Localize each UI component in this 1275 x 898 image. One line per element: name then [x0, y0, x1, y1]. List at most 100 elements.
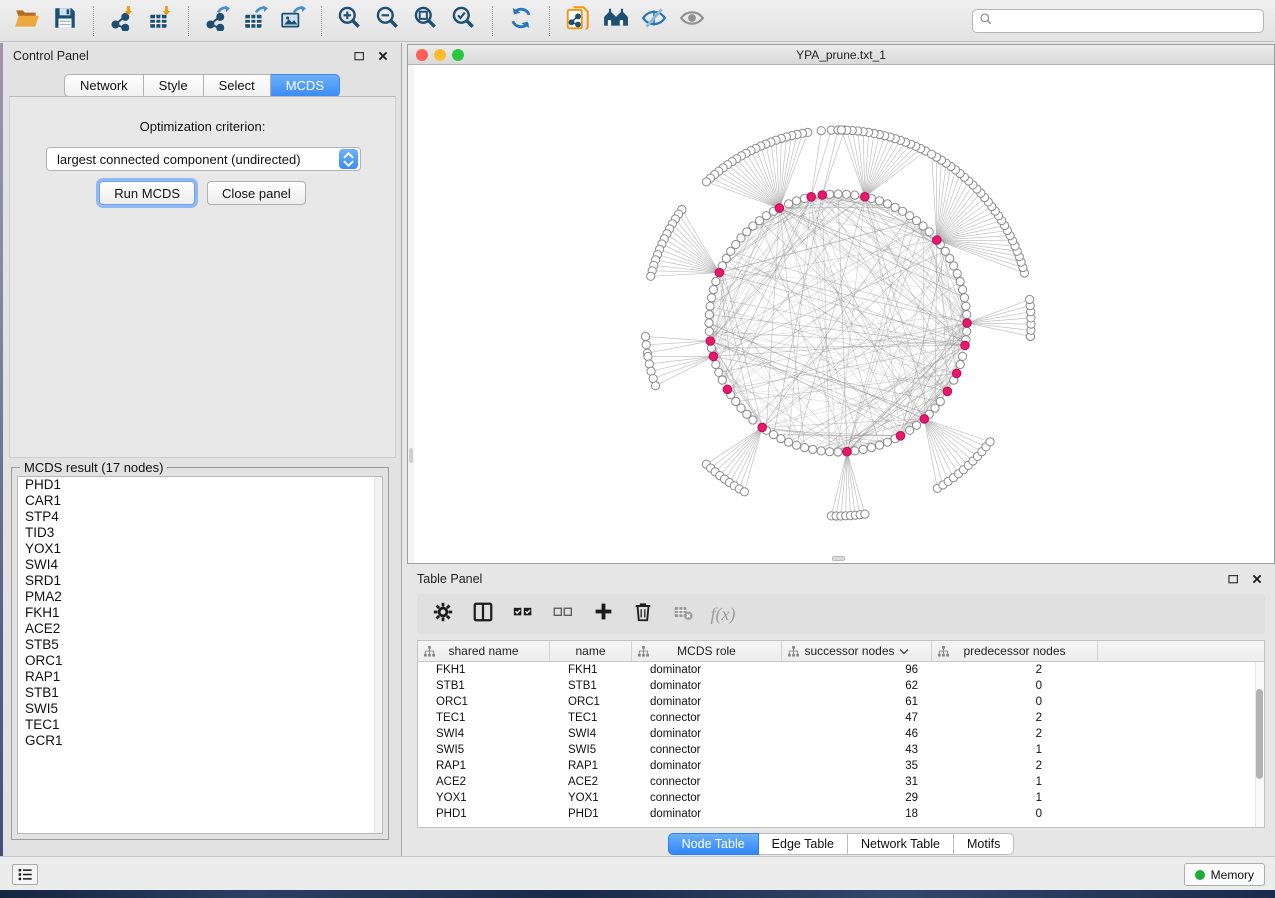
search-input[interactable]	[998, 14, 1257, 28]
network-horizontal-scrollbar-thumb[interactable]	[832, 556, 845, 561]
tab-edge-table[interactable]: Edge Table	[759, 833, 848, 855]
network-document-icon	[565, 5, 591, 36]
home-view-button[interactable]	[597, 3, 635, 39]
task-history-button[interactable]	[12, 864, 38, 885]
mcds-list-scrollbar[interactable]	[374, 477, 382, 833]
mcds-result-item[interactable]: YOX1	[18, 541, 382, 557]
mcds-result-item[interactable]: SRD1	[18, 573, 382, 589]
cell-successor-nodes: 46	[782, 726, 932, 742]
table-row[interactable]: STB1STB1dominator620	[418, 678, 1264, 694]
cell-name: ORC1	[550, 694, 632, 710]
right-area: YPA_prune.txt_1 Table Panel f(x)	[402, 43, 1275, 856]
zoom-in-button[interactable]	[331, 3, 369, 39]
mcds-result-item[interactable]: SWI5	[18, 701, 382, 717]
table-row[interactable]: SWI5SWI5connector431	[418, 742, 1264, 758]
mcds-result-item[interactable]: TID3	[18, 525, 382, 541]
mcds-result-item[interactable]: FKH1	[18, 605, 382, 621]
add-column-button[interactable]	[585, 597, 621, 631]
import-table-button[interactable]	[141, 3, 179, 39]
zoom-out-button[interactable]	[369, 3, 407, 39]
delete-column-button[interactable]	[625, 597, 661, 631]
table-row[interactable]: PHD1PHD1dominator180	[418, 806, 1264, 822]
float-panel-icon[interactable]	[351, 48, 367, 64]
save-session-button[interactable]	[46, 3, 84, 39]
search-box[interactable]	[972, 9, 1264, 33]
tab-select[interactable]: Select	[204, 74, 271, 97]
close-panel-button[interactable]: Close panel	[207, 181, 306, 205]
network-document-button[interactable]	[559, 3, 597, 39]
export-network-button[interactable]	[198, 3, 236, 39]
float-table-panel-icon[interactable]	[1225, 571, 1241, 587]
export-image-button[interactable]	[274, 3, 312, 39]
network-canvas[interactable]	[408, 65, 1274, 563]
tab-network-table[interactable]: Network Table	[848, 833, 954, 855]
tab-style[interactable]: Style	[144, 74, 204, 97]
table-row[interactable]: RAP1RAP1dominator352	[418, 758, 1264, 774]
toolbar-separator	[549, 6, 550, 36]
settings-gear-icon	[432, 601, 454, 628]
mcds-result-item[interactable]: PHD1	[18, 477, 382, 493]
control-panel-header: Control Panel	[3, 43, 401, 69]
table-row[interactable]: SWI4SWI4dominator462	[418, 726, 1264, 742]
deselect-all-button[interactable]	[545, 597, 581, 631]
table-panel-header: Table Panel	[407, 566, 1275, 592]
zoom-selected-button[interactable]	[445, 3, 483, 39]
hide-graphics-icon	[641, 5, 667, 36]
mcds-result-item[interactable]: STP4	[18, 509, 382, 525]
column-header-shared-name[interactable]: shared name	[418, 641, 550, 661]
mcds-result-list[interactable]: PHD1CAR1STP4TID3YOX1SWI4SRD1PMA2FKH1ACE2…	[17, 476, 383, 834]
hide-graphics-button[interactable]	[635, 3, 673, 39]
export-table-button[interactable]	[236, 3, 274, 39]
column-header-successor-nodes[interactable]: successor nodes	[782, 641, 932, 661]
close-panel-icon[interactable]	[375, 48, 391, 64]
tab-motifs[interactable]: Motifs	[954, 833, 1014, 855]
table-row[interactable]: TEC1TEC1connector472	[418, 710, 1264, 726]
column-header-name[interactable]: name	[550, 641, 632, 661]
cell-MCDS-role: connector	[632, 742, 782, 758]
table-row[interactable]: ACE2ACE2connector311	[418, 774, 1264, 790]
select-all-button[interactable]	[505, 597, 541, 631]
network-vertical-scrollbar[interactable]	[408, 65, 414, 563]
add-column-icon	[593, 601, 614, 627]
mcds-result-item[interactable]: STB5	[18, 637, 382, 653]
cell-MCDS-role: connector	[632, 774, 782, 790]
table-panel-title: Table Panel	[417, 572, 1225, 586]
mcds-result-item[interactable]: TEC1	[18, 717, 382, 733]
column-header-MCDS-role[interactable]: MCDS role	[632, 641, 782, 661]
table-scrollbar[interactable]	[1255, 662, 1264, 827]
mcds-result-item[interactable]: ORC1	[18, 653, 382, 669]
mcds-result-item[interactable]: ACE2	[18, 621, 382, 637]
zoom-out-icon	[375, 5, 401, 36]
mcds-result-item[interactable]: CAR1	[18, 493, 382, 509]
toggle-columns-button[interactable]	[465, 597, 501, 631]
table-row[interactable]: YOX1YOX1connector291	[418, 790, 1264, 806]
column-header-predecessor-nodes[interactable]: predecessor nodes	[932, 641, 1098, 661]
import-network-button[interactable]	[103, 3, 141, 39]
show-graphics-button[interactable]	[673, 3, 711, 39]
close-table-panel-icon[interactable]	[1249, 571, 1265, 587]
mcds-result-item[interactable]: PMA2	[18, 589, 382, 605]
cell-predecessor-nodes: 2	[932, 726, 1098, 742]
mcds-result-item[interactable]: STB1	[18, 685, 382, 701]
tab-network[interactable]: Network	[64, 74, 144, 97]
settings-gear-button[interactable]	[425, 597, 461, 631]
mcds-result-item[interactable]: GCR1	[18, 733, 382, 749]
control-panel-title: Control Panel	[13, 49, 351, 63]
cell-predecessor-nodes: 1	[932, 742, 1098, 758]
cell-name: RAP1	[550, 758, 632, 774]
table-row[interactable]: FKH1FKH1dominator962	[418, 662, 1264, 678]
tab-mcds[interactable]: MCDS	[271, 74, 340, 97]
refresh-layout-button[interactable]	[502, 3, 540, 39]
mcds-result-item[interactable]: SWI4	[18, 557, 382, 573]
optimization-criterion-select[interactable]: largest connected component (undirected)	[46, 147, 361, 171]
run-mcds-button[interactable]: Run MCDS	[99, 181, 195, 205]
table-row[interactable]: ORC1ORC1dominator610	[418, 694, 1264, 710]
open-file-button[interactable]	[8, 3, 46, 39]
cell-predecessor-nodes: 2	[932, 758, 1098, 774]
network-window-titlebar[interactable]: YPA_prune.txt_1	[408, 45, 1274, 65]
zoom-fit-button[interactable]	[407, 3, 445, 39]
memory-button[interactable]: Memory	[1184, 863, 1265, 886]
cell-successor-nodes: 43	[782, 742, 932, 758]
tab-node-table[interactable]: Node Table	[668, 833, 759, 855]
mcds-result-item[interactable]: RAP1	[18, 669, 382, 685]
